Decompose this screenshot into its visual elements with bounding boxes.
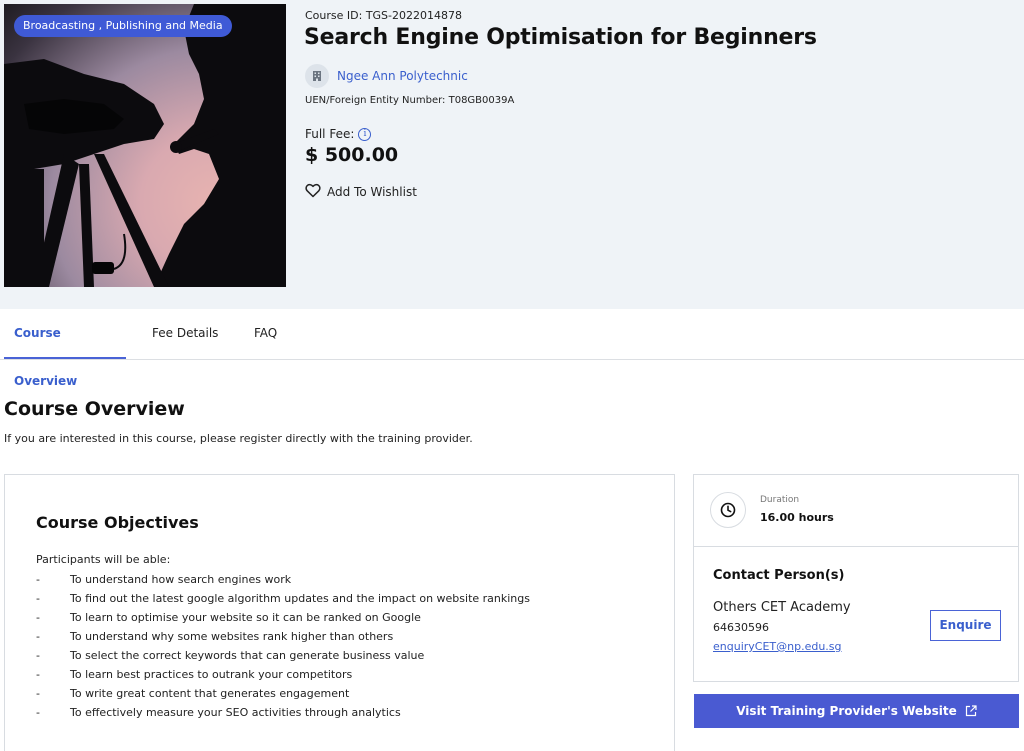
course-info-card: Duration 16.00 hours Contact Person(s) O… xyxy=(693,474,1019,682)
duration-label: Duration xyxy=(760,495,800,505)
info-icon[interactable]: i xyxy=(358,127,372,141)
building-icon xyxy=(305,64,329,88)
uen-number: UEN/Foreign Entity Number: T08GB0039A xyxy=(305,95,515,106)
tab-faq[interactable]: FAQ xyxy=(254,309,277,359)
heart-icon xyxy=(305,183,321,201)
category-badge: Broadcasting , Publishing and Media xyxy=(14,15,232,37)
contact-title: Contact Person(s) xyxy=(713,568,845,583)
external-link-icon xyxy=(965,705,977,717)
course-id: Course ID: TGS-2022014878 xyxy=(305,9,462,22)
duration-value: 16.00 hours xyxy=(760,511,834,524)
contact-phone: 64630596 xyxy=(713,621,769,634)
objectives-card: Course Objectives Participants will be a… xyxy=(4,474,675,751)
wishlist-label: Add To Wishlist xyxy=(327,185,417,199)
enquire-button[interactable]: Enquire xyxy=(930,610,1001,641)
provider-link[interactable]: Ngee Ann Polytechnic xyxy=(337,69,468,83)
visit-provider-website-button[interactable]: Visit Training Provider's Website xyxy=(694,694,1019,728)
page-title: Search Engine Optimisation for Beginners xyxy=(304,25,817,50)
provider-row[interactable]: Ngee Ann Polytechnic xyxy=(305,64,468,88)
add-to-wishlist-button[interactable]: Add To Wishlist xyxy=(305,183,417,201)
fee-value: $ 500.00 xyxy=(305,144,399,166)
section-subtitle: If you are interested in this course, pl… xyxy=(4,432,473,445)
course-header: Broadcasting , Publishing and Media Cour… xyxy=(0,0,1024,309)
tab-fee-details[interactable]: Fee Details xyxy=(152,309,218,359)
duration-row: Duration 16.00 hours xyxy=(694,475,1018,547)
course-image: Broadcasting , Publishing and Media xyxy=(4,4,286,287)
contact-email-link[interactable]: enquiryCET@np.edu.sg xyxy=(713,640,842,653)
tab-bar: Course Overview Fee Details FAQ xyxy=(0,309,1024,388)
clock-icon xyxy=(710,492,746,528)
objectives-title: Course Objectives xyxy=(36,513,199,532)
fee-label-row: Full Fee: i xyxy=(305,127,372,141)
contact-name: Others CET Academy xyxy=(713,600,851,615)
fee-label: Full Fee: xyxy=(305,127,355,141)
objectives-intro: Participants will be able: xyxy=(36,553,171,566)
section-title: Course Overview xyxy=(4,398,185,420)
visit-button-label: Visit Training Provider's Website xyxy=(736,704,957,718)
tab-course-overview[interactable]: Course Overview xyxy=(4,309,126,388)
